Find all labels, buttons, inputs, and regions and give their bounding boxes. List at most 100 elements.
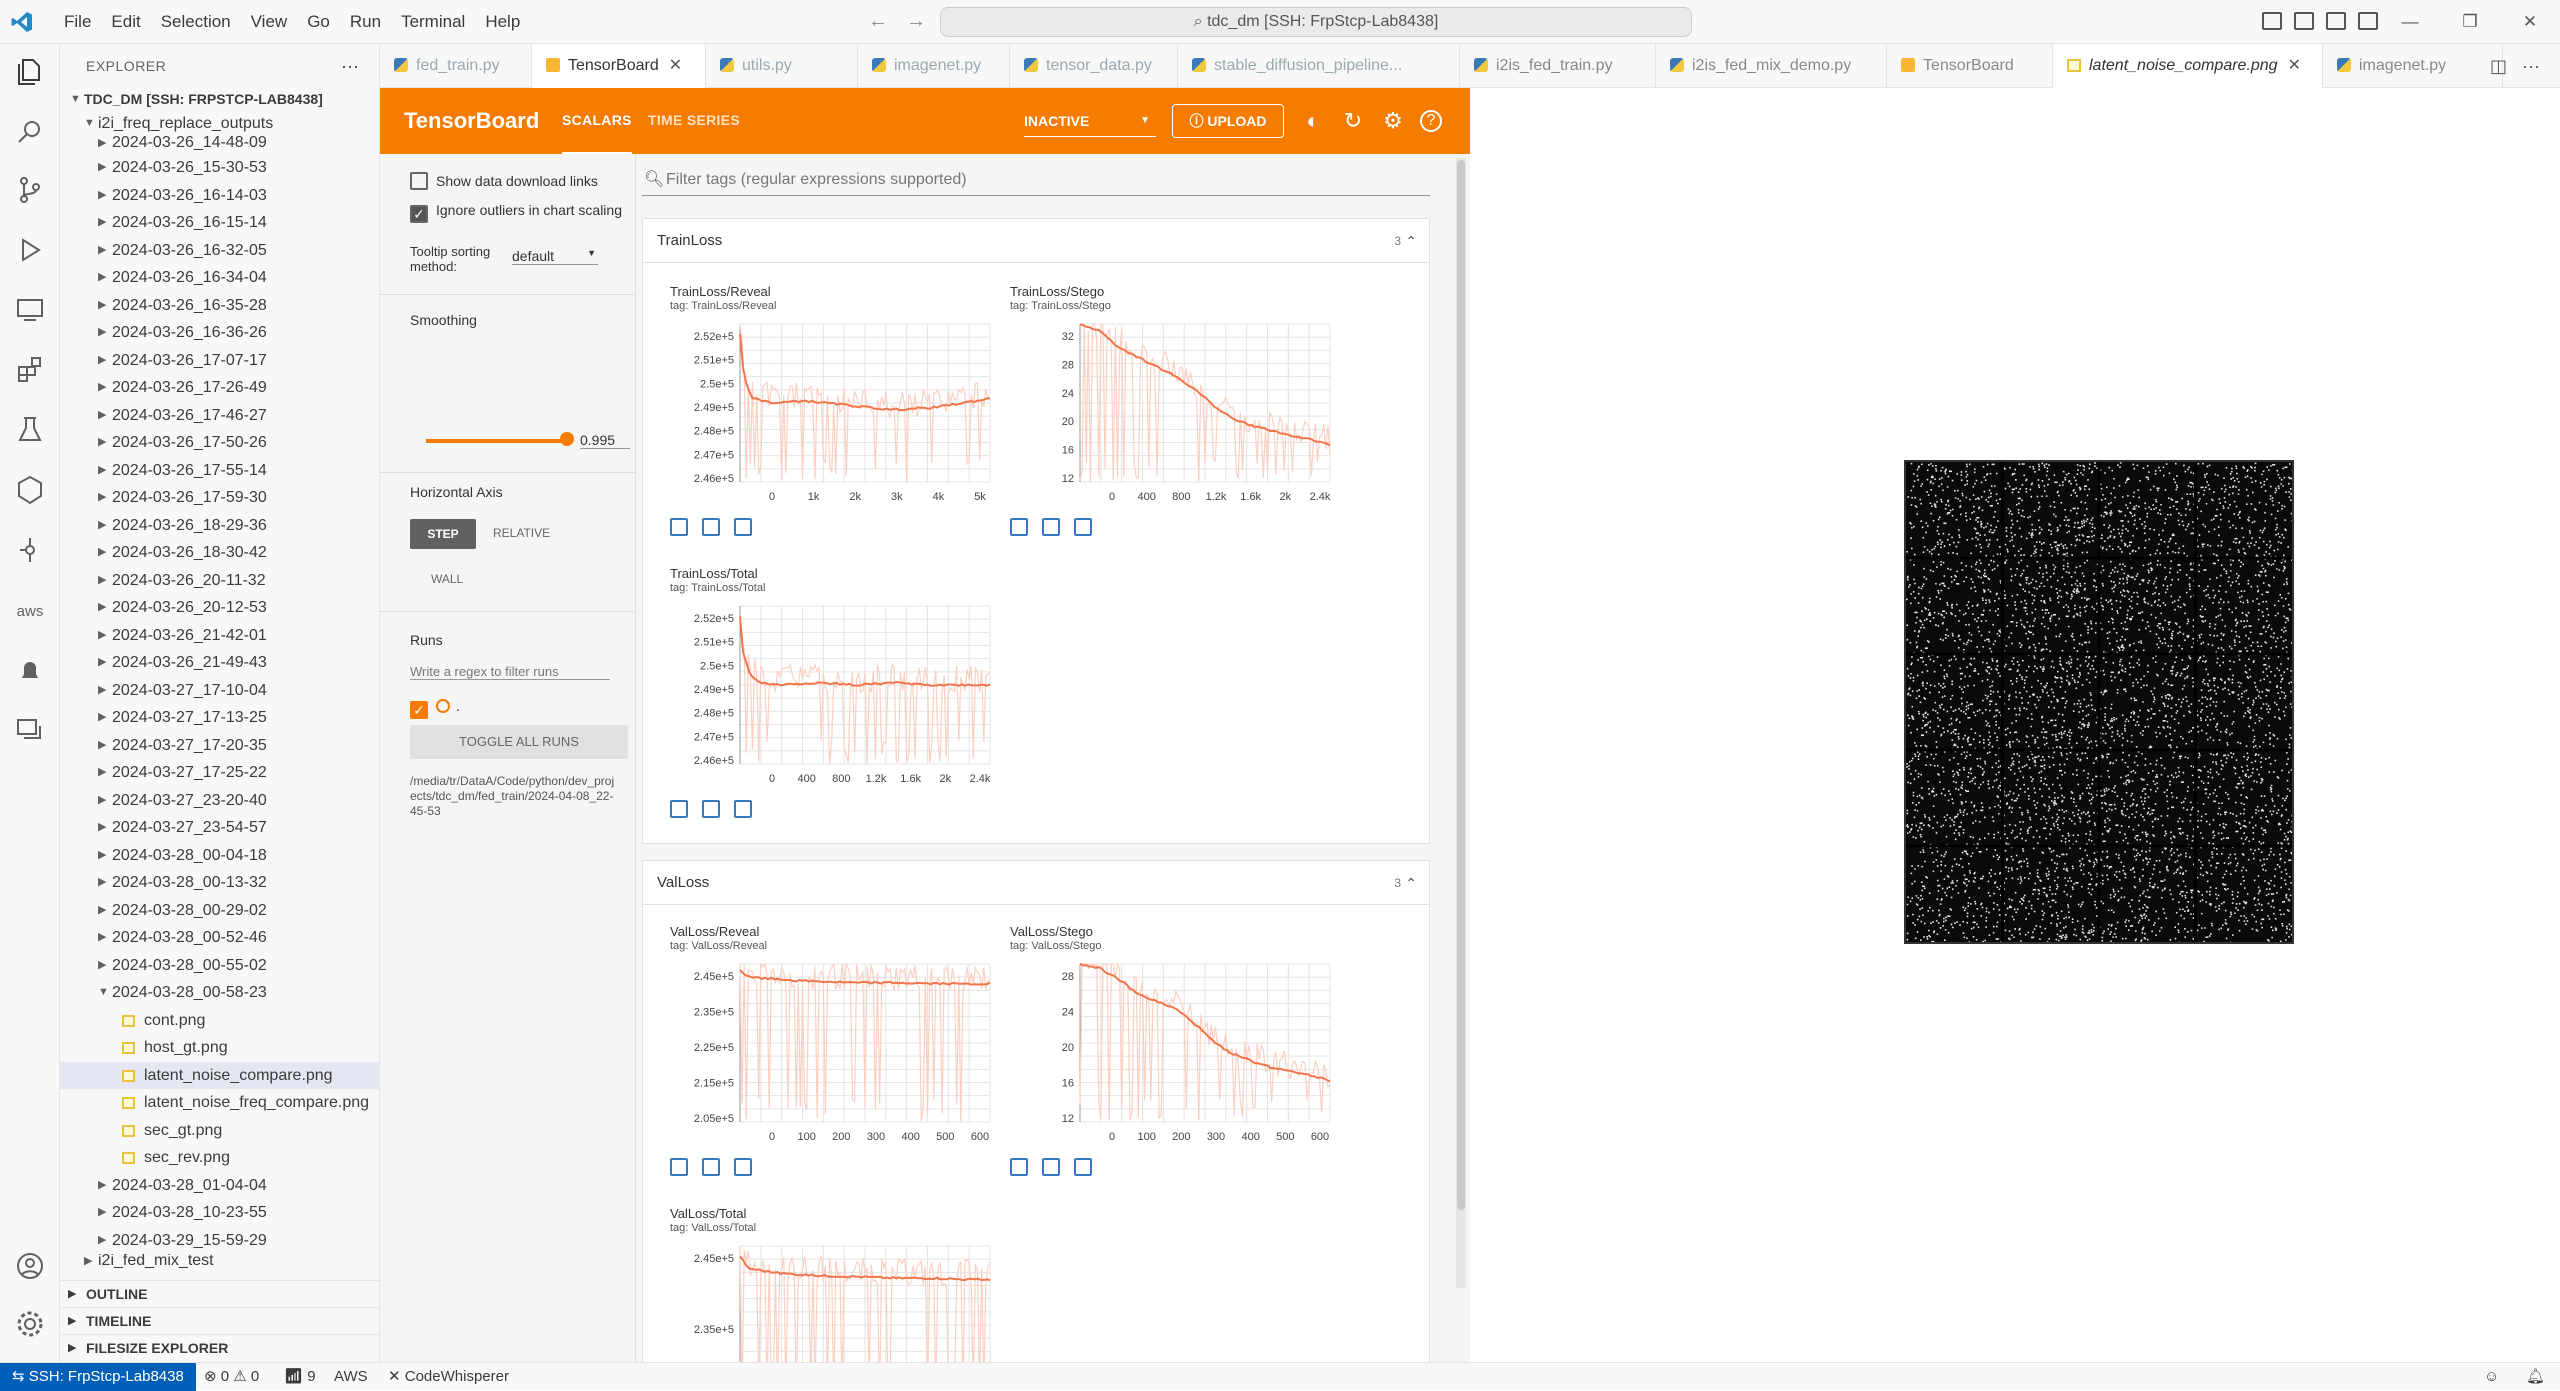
axis-wall-button[interactable]: WALL [431,572,463,586]
minimize-icon[interactable]: — [2380,12,2440,32]
tooltip-sorting-select[interactable]: default ▼ [512,248,598,265]
file-item[interactable]: latent_noise_compare.png [60,1061,380,1089]
folder-item[interactable]: ▼ i2i_freq_replace_outputs [60,110,380,136]
tab-i2is-fed-train-py[interactable]: i2is_fed_train.py [1460,44,1656,88]
fit-domain-icon[interactable] [1074,1158,1092,1176]
upload-button[interactable]: ⓘ UPLOAD [1172,104,1284,138]
extensions-icon[interactable] [14,354,46,386]
chart-plot[interactable]: 2.52e+5 2.51e+5 2.5e+5 2.49e+5 2.48e+5 2.47e+… [656,318,996,518]
folder-item[interactable]: ▶ 2024-03-26_17-55-14 [60,457,380,485]
folder-item[interactable]: ▶ 2024-03-26_16-34-04 [60,264,380,292]
menu-run[interactable]: Run [340,12,391,32]
folder-item[interactable]: ▶ 2024-03-26_17-07-17 [60,347,380,375]
folder-item[interactable]: ▶ 2024-03-28_01-04-04 [60,1172,380,1200]
copilot-icon[interactable]: ☺ [2484,1363,2499,1390]
folder-item[interactable]: ▶ 2024-03-27_17-13-25 [60,704,380,732]
fit-domain-icon[interactable] [734,800,752,818]
fullscreen-icon[interactable] [1010,518,1028,536]
fullscreen-icon[interactable] [670,800,688,818]
folder-item[interactable]: ▶ 2024-03-28_10-23-55 [60,1199,380,1227]
folder-item[interactable]: ▶ 2024-03-26_16-35-28 [60,292,380,320]
folder-item[interactable]: ▶ 2024-03-29_15-59-29 [60,1227,380,1255]
folder-item[interactable]: ▶ 2024-03-26_16-32-05 [60,237,380,265]
folder-item[interactable]: ▶ i2i_fed_mix_test [60,1254,380,1268]
menu-terminal[interactable]: Terminal [391,12,475,32]
toggle-log-scale-icon[interactable] [1042,518,1060,536]
scrollbar[interactable] [1456,158,1466,1288]
tab-tensor-data-py[interactable]: tensor_data.py [1010,44,1178,88]
folder-item[interactable]: ▶ 2024-03-26_17-46-27 [60,402,380,430]
folder-item[interactable]: ▶ 2024-03-26_17-26-49 [60,374,380,402]
tab-stable-diffusion-pipeline-[interactable]: stable_diffusion_pipeline... [1178,44,1460,88]
folder-item[interactable]: ▶ 2024-03-26_16-36-26 [60,319,380,347]
remote-indicator[interactable]: ⇆ SSH: FrpStcp-Lab8438 [0,1363,196,1391]
folder-item[interactable]: ▶ 2024-03-26_18-29-36 [60,512,380,540]
checkbox-ignore-outliers[interactable]: ✓ [410,205,428,223]
file-item[interactable]: host_gt.png [60,1034,380,1062]
folder-item[interactable]: ▶ 2024-03-26_21-49-43 [60,649,380,677]
section-outline[interactable]: ▶ OUTLINE [60,1280,380,1307]
tab-imagenet-py[interactable]: imagenet.py [858,44,1010,88]
smoothing-slider-handle[interactable] [560,432,574,446]
folder-item[interactable]: ▶ 2024-03-27_23-54-57 [60,814,380,842]
tab-tensorboard[interactable]: TensorBoard ✕ [532,44,706,88]
aws-icon[interactable]: aws [14,596,46,628]
menu-view[interactable]: View [241,12,298,32]
menu-selection[interactable]: Selection [151,12,241,32]
back-arrow-icon[interactable]: ← [868,10,888,32]
fullscreen-icon[interactable] [670,1158,688,1176]
menu-go[interactable]: Go [297,12,340,32]
settings-gear-icon[interactable] [14,1308,46,1340]
toggle-log-scale-icon[interactable] [702,518,720,536]
folder-item[interactable]: ▶ 2024-03-27_23-20-40 [60,787,380,815]
folder-item[interactable]: ▶ 2024-03-26_15-30-53 [60,154,380,182]
plugin-status-select[interactable]: INACTIVE ▼ [1024,105,1156,137]
smoothing-input[interactable]: 0.995 [580,432,630,449]
chevron-up-icon[interactable]: ⌃ [1405,219,1417,263]
fullscreen-icon[interactable] [1010,1158,1028,1176]
toggle-sidebar-icon[interactable] [2262,12,2282,30]
folder-item[interactable]: ▶ 2024-03-26_20-11-32 [60,567,380,595]
folder-item[interactable]: ▶ 2024-03-28_00-29-02 [60,897,380,925]
smoothing-slider-track[interactable] [426,439,566,443]
folder-item[interactable]: ▶ 2024-03-27_17-25-22 [60,759,380,787]
toggle-panel-icon[interactable] [2294,12,2314,30]
runs-filter-input[interactable]: Write a regex to filter runs [410,664,610,680]
axis-relative-button[interactable]: RELATIVE [493,526,550,540]
folder-item[interactable]: ▼ 2024-03-28_00-58-23 [60,979,380,1007]
folder-item[interactable]: ▶ 2024-03-26_17-59-30 [60,484,380,512]
chart-plot[interactable]: 32 28 24 20 16 12 0 400 800 1.2k 1.6k 2k 2.4k [996,318,1336,518]
help-icon[interactable]: ? [1420,110,1442,132]
section-filesize-explorer[interactable]: ▶ FILESIZE EXPLORER [60,1334,380,1361]
aws-indicator[interactable]: AWS [334,1363,368,1390]
run-debug-icon[interactable] [14,234,46,266]
file-item[interactable]: sec_rev.png [60,1144,380,1172]
tab-latent-noise-compare-png[interactable]: latent_noise_compare.png ✕ [2053,44,2323,88]
explorer-icon[interactable] [14,56,46,88]
codewhisperer-indicator[interactable]: ✕ CodeWhisperer [388,1363,509,1390]
axis-step-button[interactable]: STEP [410,519,476,549]
notifications-bell-icon[interactable]: 🔔︎ [2526,1363,2545,1390]
section-timeline[interactable]: ▶ TIMELINE [60,1307,380,1334]
chart-plot[interactable]: 2.45e+52.35e+52.25e+5 [656,1240,996,1362]
workspace-root[interactable]: ▼ TDC_DM [SSH: FRPSTCP-LAB8438] [60,88,380,110]
toggle-log-scale-icon[interactable] [702,800,720,818]
chat-icon[interactable] [14,714,46,746]
fit-domain-icon[interactable] [734,1158,752,1176]
run-row[interactable]: ✓. [410,698,460,719]
file-item[interactable]: cont.png [60,1007,380,1035]
close-tab-icon[interactable]: ✕ [669,57,682,74]
checkbox-show-download[interactable] [410,172,428,190]
run-checkbox[interactable]: ✓ [410,701,428,719]
more-actions-icon[interactable]: ··· [2522,56,2540,76]
kubernetes-icon[interactable] [14,474,46,506]
theme-toggle-icon[interactable]: ◐ [1300,108,1326,134]
more-actions-icon[interactable]: ··· [341,44,359,88]
folder-item[interactable]: ▶ 2024-03-26_21-42-01 [60,622,380,650]
ports-indicator[interactable]: 📶︎ 9 [284,1363,316,1390]
problems-indicator[interactable]: ⊗ 0 ⚠ 0 [204,1363,259,1390]
notification-bell-icon[interactable] [14,654,46,686]
run-color-icon[interactable] [436,699,450,713]
close-window-icon[interactable]: ✕ [2500,12,2560,32]
tab-time-series[interactable]: TIME SERIES [648,88,740,152]
